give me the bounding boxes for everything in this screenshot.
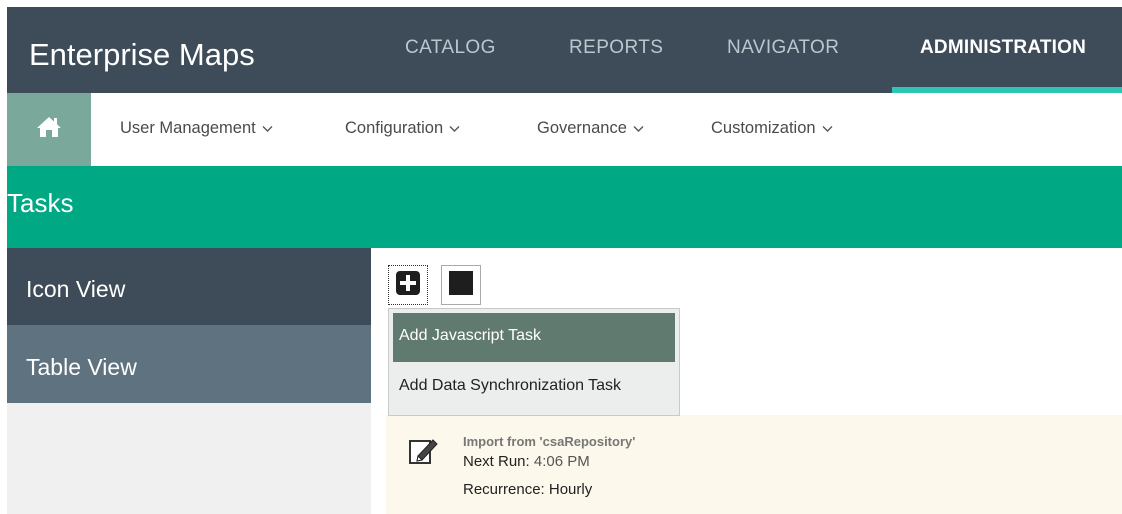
app-title: Enterprise Maps (29, 37, 255, 72)
sub-nav: User Management Configuration Governance… (7, 93, 1122, 166)
page-banner: Tasks (7, 166, 1122, 248)
menu-item-add-javascript-task[interactable]: Add Javascript Task (393, 313, 675, 362)
menu-governance[interactable]: Governance (537, 119, 644, 138)
sidebar-item-icon-view[interactable]: Icon View (7, 248, 371, 325)
plus-square-icon (395, 270, 421, 301)
nav-reports[interactable]: REPORTS (569, 37, 663, 59)
task-card[interactable]: Import from 'csaRepository' Next Run: 4:… (386, 415, 1122, 514)
chevron-down-icon (822, 119, 833, 138)
menu-label: User Management (120, 119, 256, 137)
menu-customization[interactable]: Customization (711, 119, 833, 138)
menu-user-management[interactable]: User Management (120, 119, 273, 138)
task-next-run: Next Run: 4:06 PM (463, 453, 590, 470)
nav-navigator[interactable]: NAVIGATOR (727, 37, 839, 59)
page-title: Tasks (7, 188, 74, 218)
chevron-down-icon (262, 119, 273, 138)
add-task-button[interactable] (388, 265, 428, 305)
home-button[interactable] (7, 93, 91, 166)
next-run-label: Next Run: (463, 453, 530, 470)
nav-administration[interactable]: ADMINISTRATION (920, 37, 1086, 59)
menu-label: Customization (711, 119, 816, 137)
chevron-down-icon (633, 119, 644, 138)
menu-item-add-data-sync-task[interactable]: Add Data Synchronization Task (393, 363, 675, 412)
next-run-value: 4:06 PM (533, 453, 590, 470)
home-icon (36, 115, 62, 144)
main-content: Add Javascript Task Add Data Synchroniza… (371, 248, 1122, 514)
stop-button[interactable] (441, 265, 481, 305)
stop-square-icon (448, 270, 474, 301)
recurrence-label: Recurrence: (463, 481, 545, 498)
task-title[interactable]: Import from 'csaRepository' (463, 434, 635, 449)
edit-icon (408, 435, 440, 467)
recurrence-value: Hourly (548, 481, 593, 498)
menu-configuration[interactable]: Configuration (345, 119, 460, 138)
chevron-down-icon (449, 119, 460, 138)
top-header: Enterprise Maps CATALOG REPORTS NAVIGATO… (7, 7, 1122, 93)
nav-catalog[interactable]: CATALOG (405, 37, 496, 59)
menu-label: Configuration (345, 119, 444, 137)
sidebar-item-table-view[interactable]: Table View (7, 325, 371, 403)
task-recurrence: Recurrence: Hourly (463, 481, 592, 498)
view-sidebar: Icon View Table View (7, 248, 371, 514)
menu-label: Governance (537, 119, 627, 137)
add-task-menu: Add Javascript Task Add Data Synchroniza… (388, 308, 680, 416)
